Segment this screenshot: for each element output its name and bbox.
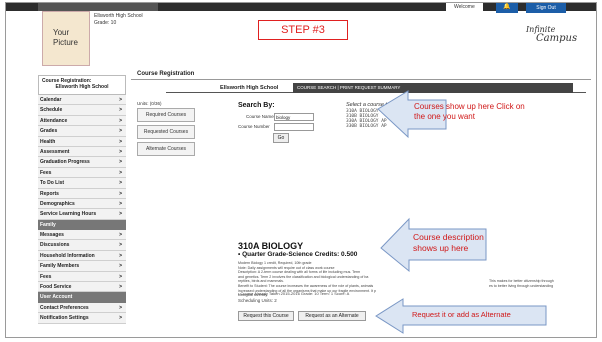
sidebar-item-calendar[interactable]: Calendar	[38, 95, 126, 106]
sidebar-item-attendance[interactable]: Attendance	[38, 115, 126, 127]
sidebar-item-grades[interactable]: Grades	[38, 126, 126, 137]
sidebar-item-family-members[interactable]: Family Members	[38, 261, 126, 272]
course-code-title: 310A BIOLOGY	[238, 241, 304, 251]
course-already-taken: • Course Already Taken 2015-2016 Grade: …	[238, 291, 350, 296]
callout-description-text: Course description shows up here	[413, 232, 484, 253]
sidebar-section-user-account: User Account	[38, 292, 126, 303]
desc-right-line-1: This makes for better citizenship throug…	[489, 279, 554, 283]
course-name-label: Course Name	[246, 114, 274, 119]
course-search-tab-bar[interactable]: COURSE SEARCH | PRINT REQUEST SUMMARY	[293, 83, 573, 93]
logo-line2: Campus	[536, 33, 578, 44]
infinite-campus-logo: Infinite Campus	[526, 25, 578, 44]
tab-strip: Ellsworth High School COURSE SEARCH | PR…	[166, 83, 586, 93]
scheduling-units: Scheduling Units: 2	[238, 298, 277, 303]
page-title: Course Registration	[137, 71, 195, 77]
grade-label: Grade: 10	[94, 20, 117, 26]
sidebar-item-assessment[interactable]: Assessment	[38, 146, 126, 158]
sidebar-item-messages[interactable]: Messages	[38, 230, 126, 241]
select-course-hint: Select a course to view	[346, 102, 403, 108]
title-divider	[131, 79, 591, 80]
result-330b-biology-ap[interactable]: 330B BIOLOGY AP	[346, 124, 387, 129]
top-bar-gradient	[38, 3, 158, 11]
sidebar-item-discussions[interactable]: Discussions	[38, 240, 126, 251]
sidebar-item-household-information[interactable]: Household Information	[38, 250, 126, 262]
sidebar-item-family-fees[interactable]: Fees	[38, 271, 126, 283]
sidebar-item-health[interactable]: Health	[38, 136, 126, 147]
desc-right-line-2: es to better living through understandin…	[489, 283, 554, 288]
search-by-heading: Search By:	[238, 102, 275, 109]
requested-courses-button[interactable]: Requested Courses	[137, 125, 195, 139]
photo-text: Your Picture	[53, 28, 78, 47]
sidebar-item-notification-settings[interactable]: Notification Settings	[38, 313, 126, 324]
alternate-courses-button[interactable]: Alternate Courses	[137, 142, 195, 156]
sidebar-item-contact-preferences[interactable]: Contact Preferences	[38, 302, 126, 314]
browser-frame: Welcome 🔔 Sign Out Your Picture Ellswort…	[5, 2, 597, 338]
step-label: STEP #3	[258, 20, 348, 40]
desc-right-block: This makes for better citizenship throug…	[489, 279, 554, 288]
sidebar-item-schedule[interactable]: Schedule	[38, 105, 126, 116]
sidebar-item-food-service[interactable]: Food Service	[38, 282, 126, 293]
sidebar-header-line2: Ellsworth High School	[55, 84, 109, 90]
course-name-input[interactable]: biology	[274, 113, 314, 121]
course-number-input[interactable]	[274, 123, 314, 131]
request-course-button[interactable]: Request this Course	[238, 311, 294, 321]
callout-request-text: Request it or add as Alternate	[412, 310, 511, 319]
school-name: Ellsworth High School	[94, 13, 143, 19]
sidebar-item-demographics[interactable]: Demographics	[38, 198, 126, 210]
student-photo-placeholder: Your Picture	[42, 11, 90, 66]
units-count: Units: (0/36)	[137, 101, 162, 106]
required-courses-button[interactable]: Required Courses	[137, 108, 195, 122]
school-tab-label: Ellsworth High School	[220, 85, 279, 91]
notification-bell-icon[interactable]: 🔔	[496, 3, 518, 13]
callout-courses-text: Courses show up here Click on the one yo…	[414, 102, 525, 121]
course-credits: • Quarter Grade-Science Credits: 0.500	[238, 251, 358, 258]
sidebar-item-reports[interactable]: Reports	[38, 188, 126, 199]
sidebar-item-service-learning-hours[interactable]: Service Learning Hours	[38, 209, 126, 220]
sign-out-button[interactable]: Sign Out	[526, 3, 566, 13]
sidebar-item-graduation-progress[interactable]: Graduation Progress	[38, 157, 126, 168]
sidebar: Course Registration: Ellsworth High Scho…	[38, 75, 126, 337]
sidebar-item-to-do-list[interactable]: To Do List	[38, 178, 126, 189]
welcome-text: Welcome	[446, 3, 483, 11]
go-button[interactable]: Go	[273, 133, 289, 143]
sidebar-section-family: Family	[38, 219, 126, 231]
school-info: Ellsworth High School Grade: 10	[94, 13, 143, 27]
sidebar-item-fees[interactable]: Fees	[38, 167, 126, 179]
request-alternate-button[interactable]: Request as an Alternate	[298, 311, 366, 321]
course-number-label: Course Number	[238, 124, 270, 129]
sidebar-header[interactable]: Course Registration: Ellsworth High Scho…	[38, 75, 126, 95]
